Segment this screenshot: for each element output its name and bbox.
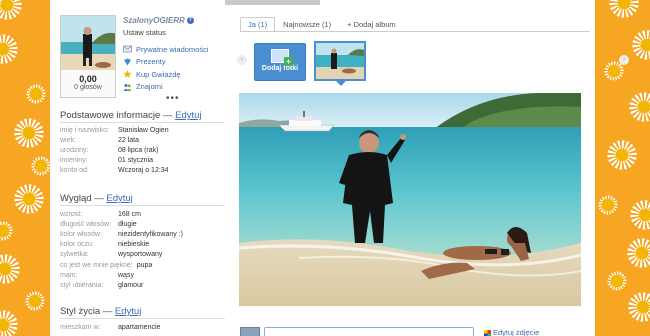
divider <box>60 318 225 319</box>
info-row: styl ubierania: glamour <box>60 281 144 289</box>
info-row: długość włosów: długie <box>60 220 137 228</box>
lifestyle-list: mieszkam w: apartamencie <box>60 322 230 332</box>
comment-input[interactable] <box>264 327 474 336</box>
info-row: co jest we mnie piękne: pupa <box>60 261 153 269</box>
lifestyle-edit-link[interactable]: Edytuj <box>115 306 141 317</box>
more-options[interactable]: ••• <box>166 93 180 104</box>
profile-actions: Prywatne wiadomości Prezenty Kup Gwiazdę… <box>123 43 209 93</box>
lifestyle-heading: Styl życia — Edytuj <box>60 306 142 317</box>
album-tabs: Ja (1) Najnowsze (1) + Dodaj album <box>240 17 404 31</box>
basic-info-edit-link[interactable]: Edytuj <box>175 110 201 121</box>
rating-box: 0,00 0 głosów <box>60 70 116 98</box>
info-row: mieszkam w: apartamencie <box>60 323 161 331</box>
envelope-icon <box>123 45 132 53</box>
info-row: kolor włosów: niezidentyfikowany :) <box>60 230 183 238</box>
commenter-avatar <box>240 327 260 336</box>
rating-value: 0,00 <box>79 74 97 84</box>
info-row: sylwetka: wysportowany <box>60 251 163 259</box>
basic-info-heading: Podstawowe informacje — Edytuj <box>60 110 202 121</box>
prev-arrow-icon[interactable]: ‹ <box>237 55 247 65</box>
rating-votes: 0 głosów <box>74 84 102 91</box>
info-row: urodziny: 08 lipca (rak) <box>60 146 159 154</box>
tab-add-album[interactable]: + Dodaj album <box>339 17 404 31</box>
profile-page: 0,00 0 głosów SzalonyOGIERR? Ustaw statu… <box>50 0 629 336</box>
help-icon[interactable]: ? <box>186 17 194 25</box>
star-icon <box>123 70 132 79</box>
divider <box>60 122 225 123</box>
friends-icon <box>123 83 132 91</box>
appearance-list: wzrost: 168 cm długość włosów: długie kolo… <box>60 209 230 291</box>
gift-icon <box>124 58 131 66</box>
tab-me[interactable]: Ja (1) <box>240 17 276 31</box>
edit-photo-link[interactable]: Edytuj zdjęcie <box>484 328 539 336</box>
buy-star-link[interactable]: Kup Gwiazdę <box>123 68 209 81</box>
thumbnail-image <box>316 43 364 79</box>
beach-photo <box>239 93 581 306</box>
appearance-heading: Wygląd — Edytuj <box>60 193 133 204</box>
appearance-edit-link[interactable]: Edytuj <box>106 193 132 204</box>
gifts-link[interactable]: Prezenty <box>123 56 209 69</box>
info-row: mam: wąsy <box>60 271 134 279</box>
tab-newest[interactable]: Najnowsze (1) <box>275 17 339 31</box>
next-arrow-icon[interactable]: › <box>619 55 629 65</box>
add-photos-button[interactable]: + Dodaj fotki <box>254 43 306 81</box>
info-row: wiek: 22 lata <box>60 136 140 144</box>
add-photo-icon: + <box>271 49 293 66</box>
info-row: konto od: Wczoraj o 12:34 <box>60 167 169 175</box>
top-bar <box>225 0 320 5</box>
main-photo[interactable] <box>239 93 581 306</box>
info-row: imieniny: 01 stycznia <box>60 157 154 165</box>
photo-thumbnail[interactable] <box>314 41 366 81</box>
selected-pointer <box>336 81 346 86</box>
avatar[interactable] <box>60 15 116 71</box>
divider <box>60 205 225 206</box>
basic-info-list: imię i nazwisko: Stanisław Ogien wiek: 22 … <box>60 125 230 176</box>
private-messages-link[interactable]: Prywatne wiadomości <box>123 43 209 56</box>
info-row: imię i nazwisko: Stanisław Ogien <box>60 126 169 134</box>
info-row: wzrost: 168 cm <box>60 210 141 218</box>
info-row: kolor oczu: niebieskie <box>60 241 150 249</box>
avatar-image <box>61 16 115 70</box>
tabs-divider <box>240 31 590 32</box>
photo-strip: ‹ + Dodaj fotki › <box>235 35 629 90</box>
username[interactable]: SzalonyOGIERR? <box>123 16 194 25</box>
friends-link[interactable]: Znajomi <box>123 81 209 94</box>
palette-icon <box>484 329 491 336</box>
set-status-link[interactable]: Ustaw status <box>123 28 166 37</box>
